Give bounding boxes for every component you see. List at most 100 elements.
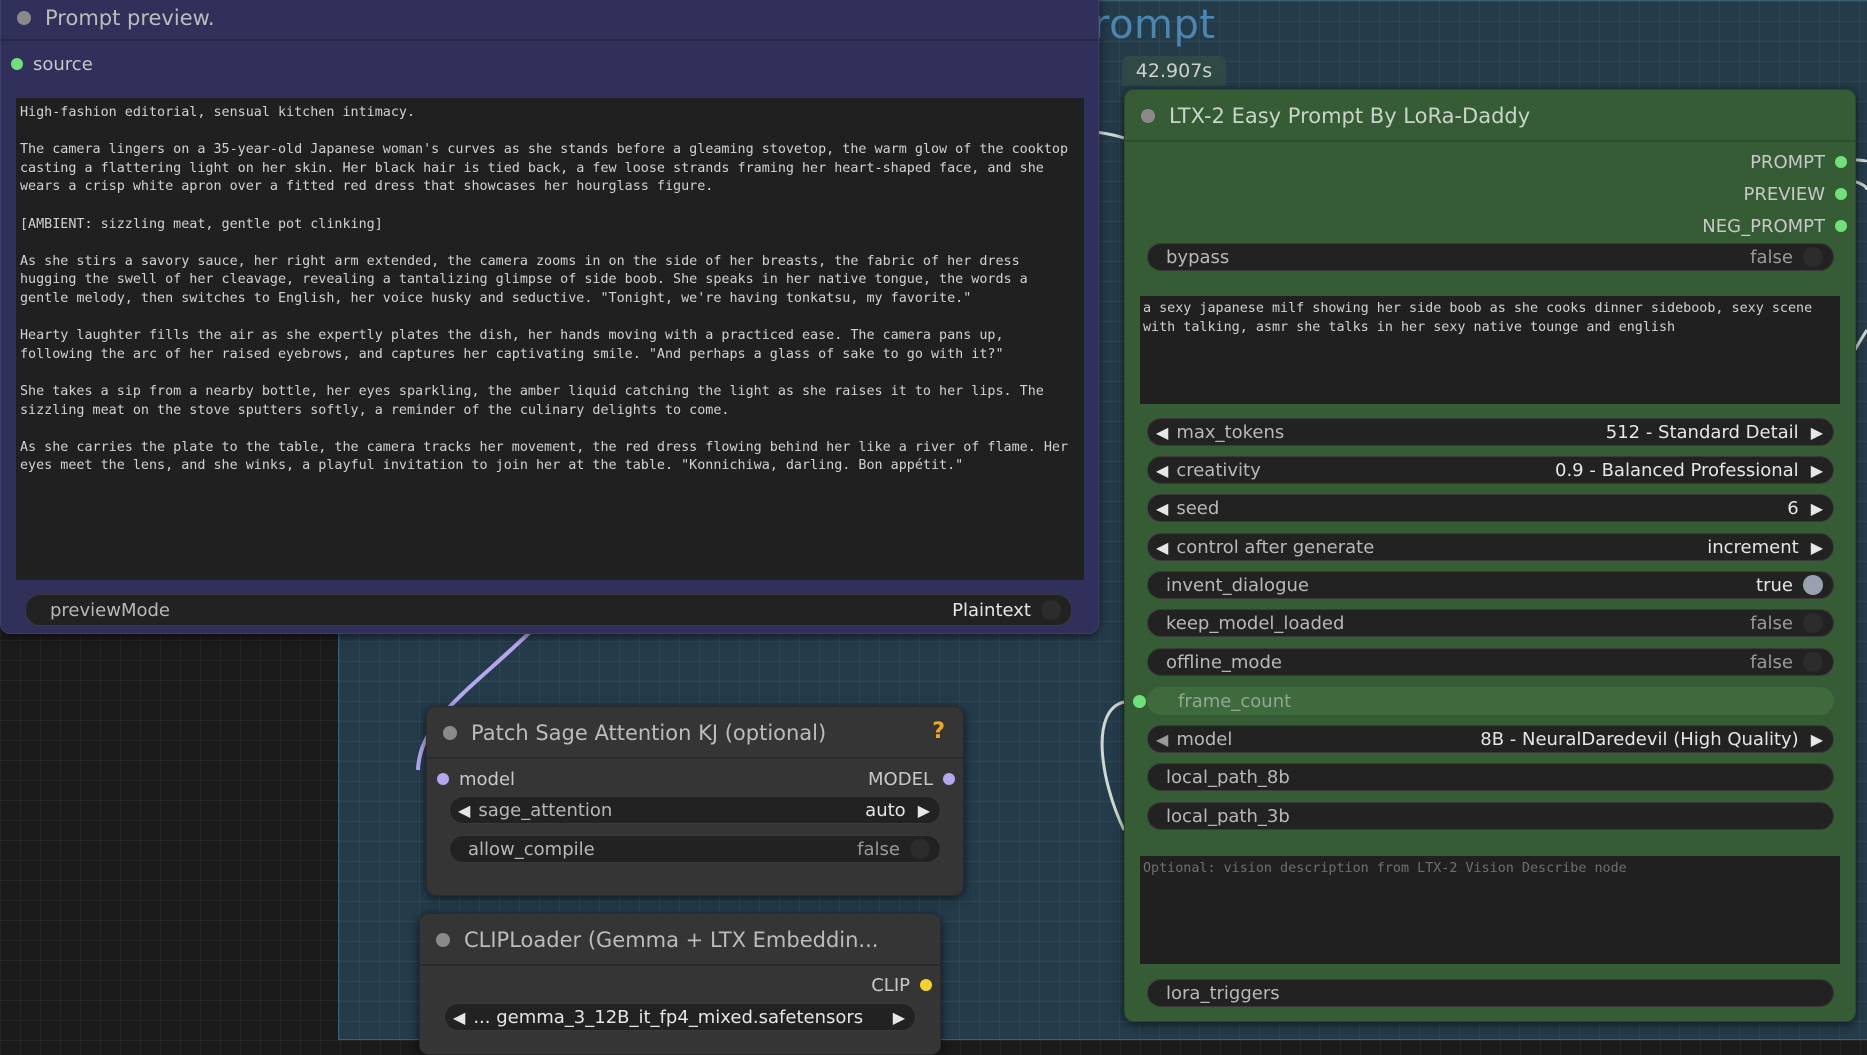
node-header[interactable]: Prompt preview. — [17, 3, 215, 33]
widget-label: bypass — [1166, 246, 1230, 268]
seed-number[interactable]: ◀ seed 6 ▶ — [1147, 494, 1834, 522]
widget-value: false — [857, 838, 900, 860]
output-dot-icon[interactable] — [943, 773, 955, 785]
right-arrow-icon[interactable]: ▶ — [1811, 423, 1823, 442]
widget-value: 0.9 - Balanced Professional — [1555, 459, 1799, 481]
left-arrow-icon[interactable]: ◀ — [458, 801, 470, 820]
node-title: Patch Sage Attention KJ (optional) — [471, 721, 827, 745]
right-arrow-icon[interactable]: ▶ — [1811, 499, 1823, 518]
bypass-toggle[interactable]: bypass false — [1147, 243, 1834, 271]
output-label: PREVIEW — [1743, 183, 1825, 205]
left-arrow-icon[interactable]: ◀ — [1156, 423, 1168, 442]
group-title: rompt — [1093, 2, 1216, 48]
sage-attention-combo[interactable]: ◀ sage_attention auto ▶ — [449, 796, 941, 824]
left-arrow-icon[interactable]: ◀ — [453, 1008, 465, 1027]
preview-text[interactable]: High-fashion editorial, sensual kitchen … — [16, 98, 1084, 580]
frame-count-input-slot[interactable] — [1133, 687, 1146, 715]
local-path-3b-field[interactable]: local_path_3b — [1147, 802, 1834, 830]
keep-model-loaded-toggle[interactable]: keep_model_loaded false — [1147, 609, 1834, 637]
input-dot-icon[interactable] — [1133, 694, 1146, 708]
output-neg-prompt-slot[interactable]: NEG_PROMPT — [1702, 212, 1847, 240]
output-label: MODEL — [868, 768, 933, 790]
source-input-slot[interactable]: source — [11, 51, 93, 77]
right-arrow-icon[interactable]: ▶ — [1811, 461, 1823, 480]
node-header[interactable]: CLIPLoader (Gemma + LTX Embeddin... — [436, 924, 878, 956]
model-combo[interactable]: ◀ model 8B - NeuralDaredevil (High Quali… — [1147, 725, 1834, 753]
output-preview-slot[interactable]: PREVIEW — [1743, 180, 1847, 208]
preview-mode-toggle[interactable]: previewMode Plaintext — [25, 594, 1072, 626]
collapse-dot-icon[interactable] — [17, 11, 31, 25]
offline-mode-toggle[interactable]: offline_mode false — [1147, 648, 1834, 676]
widget-value: ... gemma_3_12B_it_fp4_mixed.safetensors — [473, 1006, 864, 1028]
widget-label: keep_model_loaded — [1166, 612, 1345, 634]
model-input-slot[interactable]: model — [437, 765, 515, 793]
max-tokens-combo[interactable]: ◀ max_tokens 512 - Standard Detail ▶ — [1147, 418, 1834, 446]
widget-value: increment — [1707, 536, 1799, 558]
right-arrow-icon[interactable]: ▶ — [1811, 538, 1823, 557]
output-dot-icon[interactable] — [1835, 220, 1847, 232]
widget-label: creativity — [1176, 459, 1261, 481]
output-dot-icon[interactable] — [1835, 156, 1847, 168]
node-title: Prompt preview. — [45, 6, 215, 30]
model-output-slot[interactable]: MODEL — [868, 765, 955, 793]
toggle-knob-icon — [1041, 600, 1061, 620]
frame-count-widget[interactable]: frame_count — [1147, 687, 1834, 715]
clip-output-slot[interactable]: CLIP — [871, 971, 932, 999]
prompt-textarea[interactable]: a sexy japanese milf showing her side bo… — [1140, 296, 1840, 404]
input-dot-icon[interactable] — [437, 773, 449, 785]
node-title: LTX-2 Easy Prompt By LoRa-Daddy — [1169, 104, 1531, 128]
widget-value: 6 — [1787, 497, 1799, 519]
left-arrow-icon[interactable]: ◀ — [1156, 730, 1168, 749]
right-arrow-icon[interactable]: ▶ — [918, 801, 930, 820]
collapse-dot-icon[interactable] — [1141, 109, 1155, 123]
right-arrow-icon[interactable]: ▶ — [1811, 730, 1823, 749]
clip-loader-node[interactable]: CLIPLoader (Gemma + LTX Embeddin... CLIP… — [419, 913, 941, 1055]
toggle-knob-icon — [1803, 613, 1823, 633]
header-divider — [1125, 140, 1855, 142]
prompt-preview-node[interactable]: Prompt preview. source High-fashion edit… — [0, 0, 1099, 634]
widget-label: invent_dialogue — [1166, 574, 1309, 596]
output-dot-icon[interactable] — [920, 979, 932, 991]
header-divider — [420, 964, 940, 966]
widget-value: false — [1750, 246, 1793, 268]
source-label: source — [33, 53, 93, 75]
collapse-dot-icon[interactable] — [443, 726, 457, 740]
vision-description-textarea[interactable]: Optional: vision description from LTX-2 … — [1140, 856, 1840, 964]
widget-value: false — [1750, 651, 1793, 673]
left-arrow-icon[interactable]: ◀ — [1156, 461, 1168, 480]
execution-timer: 42.907s — [1122, 56, 1226, 86]
invent-dialogue-toggle[interactable]: invent_dialogue true — [1147, 571, 1834, 599]
header-divider — [427, 757, 963, 759]
allow-compile-toggle[interactable]: allow_compile false — [449, 835, 941, 863]
node-header[interactable]: LTX-2 Easy Prompt By LoRa-Daddy — [1141, 100, 1530, 132]
widget-label: local_path_8b — [1166, 766, 1290, 788]
widget-label: control after generate — [1176, 536, 1375, 558]
local-path-8b-field[interactable]: local_path_8b — [1147, 763, 1834, 791]
widget-value: false — [1750, 612, 1793, 634]
node-header[interactable]: Patch Sage Attention KJ (optional) — [443, 717, 826, 749]
output-label: NEG_PROMPT — [1702, 215, 1825, 237]
widget-label: model — [1176, 728, 1233, 750]
preview-mode-label: previewMode — [50, 599, 170, 621]
collapse-dot-icon[interactable] — [436, 933, 450, 947]
help-badge-icon[interactable]: ? — [932, 719, 945, 744]
easy-prompt-node[interactable]: LTX-2 Easy Prompt By LoRa-Daddy PROMPT P… — [1124, 89, 1856, 1022]
output-dot-icon[interactable] — [1835, 188, 1847, 200]
widget-value: true — [1756, 574, 1793, 596]
input-dot-icon[interactable] — [11, 58, 23, 70]
toggle-knob-icon — [1803, 575, 1823, 595]
patch-sage-attention-node[interactable]: Patch Sage Attention KJ (optional) ? mod… — [426, 706, 964, 896]
lora-triggers-field[interactable]: lora_triggers — [1147, 979, 1834, 1007]
creativity-combo[interactable]: ◀ creativity 0.9 - Balanced Professional… — [1147, 456, 1834, 484]
control-after-generate-combo[interactable]: ◀ control after generate increment ▶ — [1147, 533, 1834, 561]
output-label: PROMPT — [1750, 151, 1825, 173]
left-arrow-icon[interactable]: ◀ — [1156, 499, 1168, 518]
widget-label: seed — [1176, 497, 1220, 519]
widget-value: 512 - Standard Detail — [1605, 421, 1799, 443]
left-arrow-icon[interactable]: ◀ — [1156, 538, 1168, 557]
clip-name-combo[interactable]: ◀ ... gemma_3_12B_it_fp4_mixed.safetenso… — [444, 1003, 916, 1031]
output-prompt-slot[interactable]: PROMPT — [1750, 148, 1847, 176]
right-arrow-icon[interactable]: ▶ — [893, 1008, 905, 1027]
widget-label: offline_mode — [1166, 651, 1282, 673]
widget-label: max_tokens — [1176, 421, 1285, 443]
